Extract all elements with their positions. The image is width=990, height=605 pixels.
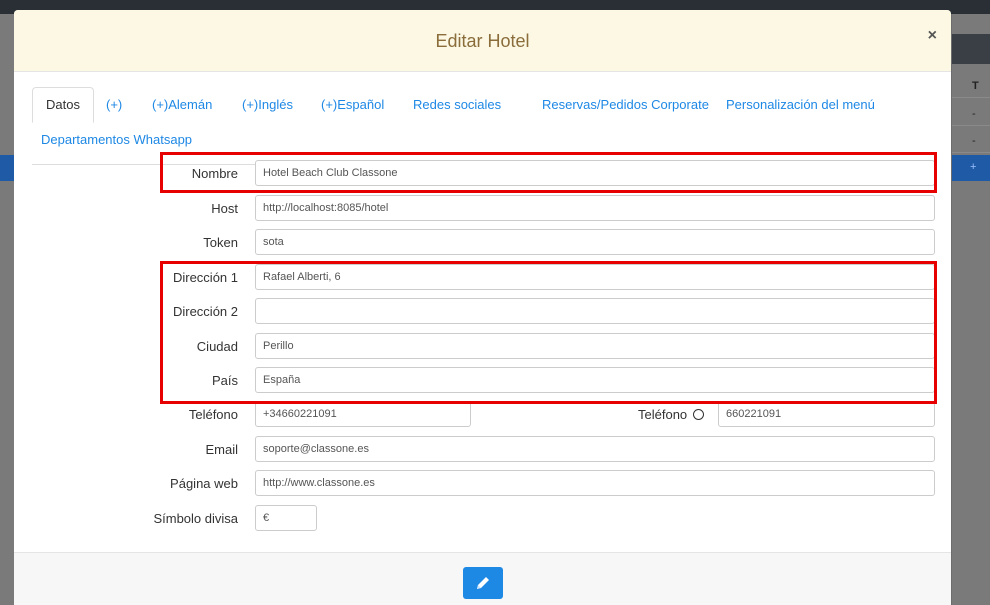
row-direccion1: Dirección 1 [14, 264, 951, 290]
token-label: Token [203, 235, 238, 250]
nombre-label: Nombre [191, 166, 238, 181]
direccion2-input[interactable] [255, 298, 935, 324]
nombre-input[interactable] [255, 160, 935, 186]
pais-input[interactable] [255, 367, 935, 393]
host-input[interactable] [255, 195, 935, 221]
tab-espanol[interactable]: (+)Español [321, 97, 384, 112]
host-label: Host [211, 201, 238, 216]
row-direccion2: Dirección 2 [14, 298, 951, 324]
email-input[interactable] [255, 436, 935, 462]
close-icon[interactable]: × [928, 27, 937, 45]
background-right-header [952, 34, 990, 64]
direccion1-label: Dirección 1 [172, 270, 238, 285]
divisa-input[interactable] [255, 505, 317, 531]
telefono-whatsapp-label-group: Teléfono [638, 407, 704, 422]
row-host: Host [14, 195, 951, 221]
edit-hotel-modal: Editar Hotel × Datos (+) (+)Alemán (+)In… [14, 10, 951, 605]
direccion1-input[interactable] [255, 264, 935, 290]
ciudad-label: Ciudad [196, 339, 238, 354]
tab-bar: Datos (+) (+)Alemán (+)Inglés (+)Español… [32, 87, 937, 165]
row-pais: País [14, 367, 951, 393]
token-input[interactable] [255, 229, 935, 255]
row-web: Página web [14, 470, 951, 496]
modal-footer [14, 553, 951, 605]
modal-header: Editar Hotel × [14, 10, 951, 72]
pencil-icon [477, 577, 489, 589]
background-right-panel [952, 14, 990, 605]
row-token: Token [14, 229, 951, 255]
telefono-whatsapp-input[interactable] [718, 401, 935, 427]
row-ciudad: Ciudad [14, 333, 951, 359]
tab-plus[interactable]: (+) [106, 97, 122, 112]
tab-personalizacion-menu[interactable]: Personalización del menú [726, 97, 875, 112]
pais-label: País [211, 373, 238, 388]
row-divisa: Símbolo divisa [14, 505, 951, 531]
telefono-label: Teléfono [188, 407, 238, 422]
background-left-panel [0, 14, 14, 605]
tab-aleman[interactable]: (+)Alemán [152, 97, 212, 112]
tab-datos[interactable]: Datos [32, 87, 94, 123]
background-column-header: T [952, 76, 990, 98]
telefono-whatsapp-label: Teléfono [638, 407, 688, 422]
tab-ingles[interactable]: (+)Inglés [242, 97, 293, 112]
whatsapp-icon [692, 409, 704, 420]
background-left-selected-row [0, 155, 14, 181]
modal-title: Editar Hotel [435, 31, 530, 51]
row-nombre: Nombre [14, 160, 951, 186]
web-input[interactable] [255, 470, 935, 496]
row-telefono: Teléfono Teléfono [14, 401, 951, 427]
divisa-label: Símbolo divisa [153, 511, 238, 526]
telefono-input[interactable] [255, 401, 471, 427]
direccion2-label: Dirección 2 [172, 304, 238, 319]
tab-redes-sociales[interactable]: Redes sociales [413, 97, 501, 112]
tab-departamentos-whatsapp[interactable]: Departamentos Whatsapp [41, 132, 192, 147]
tab-reservas-corporate[interactable]: Reservas/Pedidos Corporate [542, 97, 709, 112]
email-label: Email [205, 442, 238, 457]
web-label: Página web [170, 476, 238, 491]
background-row: - [952, 104, 990, 126]
row-email: Email [14, 436, 951, 462]
ciudad-input[interactable] [255, 333, 935, 359]
save-edit-button[interactable] [463, 567, 503, 599]
background-row: - [952, 131, 990, 153]
background-selected-row: + [952, 155, 990, 181]
